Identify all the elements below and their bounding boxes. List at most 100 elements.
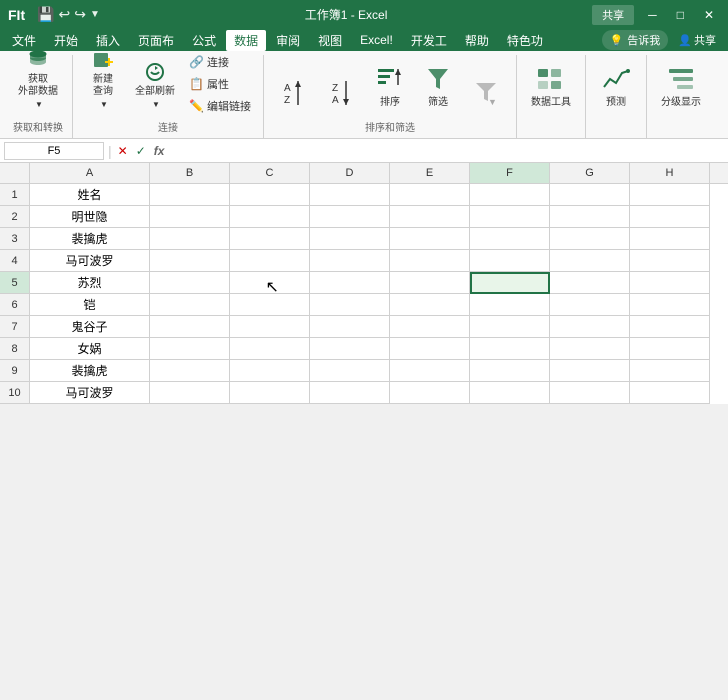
cell-f6[interactable]	[470, 294, 550, 316]
quick-access-undo[interactable]: ↩	[59, 6, 71, 23]
notify-icon[interactable]: 💡 告诉我	[602, 30, 669, 50]
cell-b9[interactable]	[150, 360, 230, 382]
menu-help[interactable]: 帮助	[457, 30, 497, 51]
row-header-1[interactable]: 1	[0, 184, 30, 206]
confirm-icon[interactable]: ✓	[134, 144, 148, 158]
cell-h10[interactable]	[630, 382, 710, 404]
menu-excel[interactable]: Excel!	[352, 31, 401, 49]
menu-view[interactable]: 视图	[310, 30, 350, 51]
data-tools-button[interactable]: 数据工具	[525, 55, 577, 113]
cell-a5[interactable]: 苏烈	[30, 272, 150, 294]
name-box[interactable]: F5	[4, 142, 104, 160]
cell-g5[interactable]	[550, 272, 630, 294]
get-external-data-button[interactable]: 获取外部数据 ▼	[12, 55, 64, 113]
outline-button[interactable]: 分级显示	[655, 55, 707, 113]
cell-h2[interactable]	[630, 206, 710, 228]
cell-h7[interactable]	[630, 316, 710, 338]
cell-g9[interactable]	[550, 360, 630, 382]
cell-b4[interactable]	[150, 250, 230, 272]
col-header-a[interactable]: A	[30, 163, 150, 183]
cell-g2[interactable]	[550, 206, 630, 228]
menu-formulas[interactable]: 公式	[184, 30, 224, 51]
col-header-h[interactable]: H	[630, 163, 710, 183]
cell-g8[interactable]	[550, 338, 630, 360]
minimize-button[interactable]: ─	[642, 8, 663, 22]
cell-h9[interactable]	[630, 360, 710, 382]
properties-btn[interactable]: 📋 属性	[185, 74, 255, 94]
row-header-2[interactable]: 2	[0, 206, 30, 228]
sort-button[interactable]: 排序	[368, 55, 412, 113]
cell-h3[interactable]	[630, 228, 710, 250]
cell-e5[interactable]	[390, 272, 470, 294]
cell-g7[interactable]	[550, 316, 630, 338]
cell-e7[interactable]	[390, 316, 470, 338]
row-header-8[interactable]: 8	[0, 338, 30, 360]
cell-g3[interactable]	[550, 228, 630, 250]
cell-h5[interactable]	[630, 272, 710, 294]
cell-d6[interactable]	[310, 294, 390, 316]
advanced-button[interactable]: ▼	[464, 55, 508, 113]
cell-c4[interactable]	[230, 250, 310, 272]
cell-d1[interactable]	[310, 184, 390, 206]
cell-g1[interactable]	[550, 184, 630, 206]
quick-access-redo[interactable]: ↪	[74, 6, 86, 23]
cell-b6[interactable]	[150, 294, 230, 316]
cell-c1[interactable]	[230, 184, 310, 206]
edit-links-btn[interactable]: ✏️ 编辑链接	[185, 96, 255, 116]
cell-c2[interactable]	[230, 206, 310, 228]
cell-g6[interactable]	[550, 294, 630, 316]
cell-a8[interactable]: 女娲	[30, 338, 150, 360]
cell-a3[interactable]: 裴擒虎	[30, 228, 150, 250]
cell-a2[interactable]: 明世隐	[30, 206, 150, 228]
sort-az-button[interactable]: A Z	[272, 55, 316, 113]
menu-pagelayout[interactable]: 页面布	[130, 30, 182, 51]
cell-c3[interactable]	[230, 228, 310, 250]
maximize-button[interactable]: □	[671, 8, 690, 22]
cell-d8[interactable]	[310, 338, 390, 360]
row-header-7[interactable]: 7	[0, 316, 30, 338]
cell-c7[interactable]	[230, 316, 310, 338]
cell-f4[interactable]	[470, 250, 550, 272]
cell-g4[interactable]	[550, 250, 630, 272]
cell-d4[interactable]	[310, 250, 390, 272]
cell-c6[interactable]	[230, 294, 310, 316]
cell-c5[interactable]: ↖	[230, 272, 310, 294]
cell-g10[interactable]	[550, 382, 630, 404]
cell-d5[interactable]	[310, 272, 390, 294]
cell-e3[interactable]	[390, 228, 470, 250]
col-header-c[interactable]: C	[230, 163, 310, 183]
cell-d10[interactable]	[310, 382, 390, 404]
cell-e10[interactable]	[390, 382, 470, 404]
sort-za-button[interactable]: Z A	[320, 55, 364, 113]
menu-developer[interactable]: 开发工	[403, 30, 455, 51]
cell-e4[interactable]	[390, 250, 470, 272]
filter-button[interactable]: 筛选	[416, 55, 460, 113]
cell-b8[interactable]	[150, 338, 230, 360]
cell-h6[interactable]	[630, 294, 710, 316]
cell-b7[interactable]	[150, 316, 230, 338]
cell-d2[interactable]	[310, 206, 390, 228]
cell-f1[interactable]	[470, 184, 550, 206]
cell-b10[interactable]	[150, 382, 230, 404]
cell-b2[interactable]	[150, 206, 230, 228]
cell-c9[interactable]	[230, 360, 310, 382]
connections-btn[interactable]: 🔗 连接	[185, 52, 255, 72]
cell-a6[interactable]: 铠	[30, 294, 150, 316]
row-header-9[interactable]: 9	[0, 360, 30, 382]
cell-e2[interactable]	[390, 206, 470, 228]
menu-special[interactable]: 特色功	[499, 30, 551, 51]
col-header-b[interactable]: B	[150, 163, 230, 183]
new-query-button[interactable]: 新建查询 ▼	[81, 55, 125, 113]
share-button[interactable]: 共享	[592, 5, 634, 25]
cell-c10[interactable]	[230, 382, 310, 404]
row-header-4[interactable]: 4	[0, 250, 30, 272]
row-header-3[interactable]: 3	[0, 228, 30, 250]
col-header-d[interactable]: D	[310, 163, 390, 183]
cell-f5[interactable]	[470, 272, 550, 294]
row-header-6[interactable]: 6	[0, 294, 30, 316]
cell-h1[interactable]	[630, 184, 710, 206]
cell-e8[interactable]	[390, 338, 470, 360]
col-header-g[interactable]: G	[550, 163, 630, 183]
formula-input[interactable]	[170, 142, 724, 160]
quick-access-more[interactable]: ▼	[90, 9, 100, 20]
